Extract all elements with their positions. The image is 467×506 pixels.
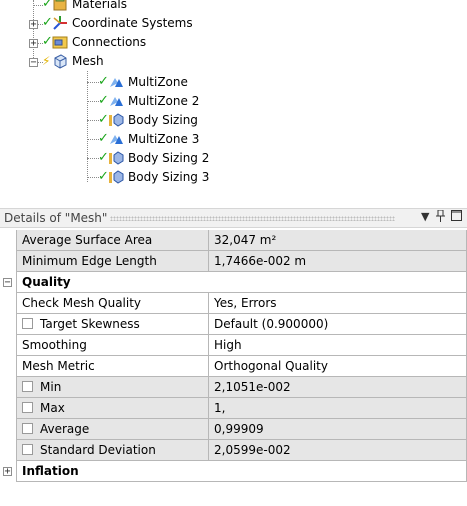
collapse-toggle-mesh[interactable]: − bbox=[29, 58, 38, 68]
tree-item-body-sizing[interactable]: ✓ Body Sizing bbox=[98, 111, 198, 129]
details-header: Details of "Mesh" ▼ bbox=[0, 208, 467, 228]
property-row[interactable]: Average 0,99909 bbox=[0, 419, 467, 440]
mesh-icon bbox=[52, 53, 68, 69]
property-label-with-checkbox: Target Skewness bbox=[16, 314, 209, 335]
property-value: 32,047 m² bbox=[209, 230, 467, 251]
property-row[interactable]: Check Mesh Quality Yes, Errors bbox=[0, 293, 467, 314]
check-icon: ✓ bbox=[98, 150, 109, 165]
tree-item-body-sizing-2[interactable]: ✓ Body Sizing 2 bbox=[98, 149, 209, 167]
body-sizing-icon bbox=[108, 150, 124, 166]
property-row[interactable]: Min 2,1051e-002 bbox=[0, 377, 467, 398]
property-row[interactable]: Max 1, bbox=[0, 398, 467, 419]
property-label: Check Mesh Quality bbox=[16, 293, 209, 314]
body-sizing-icon bbox=[108, 169, 124, 185]
tree-item-materials[interactable]: ✓ Materials bbox=[42, 0, 127, 13]
parameter-checkbox[interactable] bbox=[22, 381, 33, 392]
property-label: Mesh Metric bbox=[16, 356, 209, 377]
connections-folder-icon bbox=[52, 34, 68, 50]
tree-item-coordinate-systems[interactable]: ✓ Coordinate Systems bbox=[42, 14, 193, 32]
group-label: Inflation bbox=[16, 461, 467, 482]
property-row[interactable]: Target Skewness Default (0.900000) bbox=[0, 314, 467, 335]
lightning-icon: ⚡ bbox=[42, 54, 51, 68]
details-panel: Details of "Mesh" ▼ Average Surface Area… bbox=[0, 208, 467, 506]
tree-item-multizone-3[interactable]: ✓ MultiZone 3 bbox=[98, 130, 199, 148]
tree-item-label: Connections bbox=[72, 35, 147, 49]
group-row-quality[interactable]: − Quality bbox=[0, 272, 467, 293]
tree-item-label: Body Sizing 2 bbox=[128, 151, 210, 165]
expand-toggle-connections[interactable]: + bbox=[29, 39, 38, 49]
property-label: Average bbox=[40, 422, 90, 436]
property-label: Max bbox=[40, 401, 65, 415]
coordinate-axes-icon bbox=[52, 15, 68, 31]
property-row[interactable]: Mesh Metric Orthogonal Quality bbox=[0, 356, 467, 377]
tree-item-body-sizing-3[interactable]: ✓ Body Sizing 3 bbox=[98, 168, 209, 186]
tree-item-label: Mesh bbox=[72, 54, 104, 68]
property-label: Minimum Edge Length bbox=[16, 251, 209, 272]
check-icon: ✓ bbox=[98, 74, 109, 89]
property-value: 2,1051e-002 bbox=[209, 377, 467, 398]
property-value: 1,7466e-002 m bbox=[209, 251, 467, 272]
property-label-with-checkbox: Average bbox=[16, 419, 209, 440]
property-label: Average Surface Area bbox=[16, 230, 209, 251]
property-label: Smoothing bbox=[16, 335, 209, 356]
drag-grip[interactable] bbox=[110, 216, 395, 221]
check-icon: ✓ bbox=[42, 15, 53, 30]
multizone-icon bbox=[108, 93, 124, 109]
check-icon: ✓ bbox=[98, 112, 109, 127]
details-title: Details of "Mesh" bbox=[4, 211, 108, 225]
check-icon: ✓ bbox=[98, 131, 109, 146]
property-row[interactable]: Smoothing High bbox=[0, 335, 467, 356]
property-row[interactable]: Standard Deviation 2,0599e-002 bbox=[0, 440, 467, 461]
tree-item-label: Coordinate Systems bbox=[72, 16, 193, 30]
expand-toggle-inflation[interactable]: + bbox=[3, 467, 12, 477]
tree-item-label: Materials bbox=[72, 0, 128, 11]
dropdown-arrow-icon[interactable]: ▼ bbox=[421, 210, 429, 223]
group-row-inflation[interactable]: + Inflation bbox=[0, 461, 467, 482]
tree-item-label: MultiZone 3 bbox=[128, 132, 200, 146]
check-icon: ✓ bbox=[42, 0, 53, 11]
tree-item-label: MultiZone 2 bbox=[128, 94, 200, 108]
tree-item-label: MultiZone bbox=[128, 75, 188, 89]
body-sizing-icon bbox=[108, 112, 124, 128]
multizone-icon bbox=[108, 74, 124, 90]
multizone-icon bbox=[108, 131, 124, 147]
check-icon: ✓ bbox=[98, 169, 109, 184]
parameter-checkbox[interactable] bbox=[22, 423, 33, 434]
pin-icon[interactable] bbox=[436, 209, 445, 225]
property-label: Target Skewness bbox=[40, 317, 140, 331]
tree-item-connections[interactable]: ✓ Connections bbox=[42, 33, 146, 51]
property-value[interactable]: Default (0.900000) bbox=[209, 314, 467, 335]
tree-item-mesh[interactable]: ⚡ Mesh bbox=[42, 52, 104, 70]
expand-toggle-coordinate-systems[interactable]: + bbox=[29, 20, 38, 30]
outline-tree: ✓ Materials + ✓ Coordinate Systems + ✓ C… bbox=[0, 0, 467, 198]
property-label-with-checkbox: Min bbox=[16, 377, 209, 398]
property-row[interactable]: Average Surface Area 32,047 m² bbox=[0, 230, 467, 251]
property-value: 2,0599e-002 bbox=[209, 440, 467, 461]
check-icon: ✓ bbox=[42, 34, 53, 49]
property-row[interactable]: Minimum Edge Length 1,7466e-002 m bbox=[0, 251, 467, 272]
property-value[interactable]: Yes, Errors bbox=[209, 293, 467, 314]
collapse-toggle-quality[interactable]: − bbox=[3, 278, 12, 288]
tree-item-label: Body Sizing 3 bbox=[128, 170, 210, 184]
materials-icon bbox=[52, 0, 68, 12]
group-label: Quality bbox=[16, 272, 467, 293]
maximize-icon[interactable] bbox=[451, 210, 462, 224]
tree-item-label: Body Sizing bbox=[128, 113, 198, 127]
parameter-checkbox[interactable] bbox=[22, 444, 33, 455]
check-icon: ✓ bbox=[98, 93, 109, 108]
tree-item-multizone[interactable]: ✓ MultiZone bbox=[98, 73, 188, 91]
property-value: 0,99909 bbox=[209, 419, 467, 440]
property-value[interactable]: Orthogonal Quality bbox=[209, 356, 467, 377]
tree-item-multizone-2[interactable]: ✓ MultiZone 2 bbox=[98, 92, 199, 110]
parameter-checkbox[interactable] bbox=[22, 318, 33, 329]
property-value[interactable]: High bbox=[209, 335, 467, 356]
property-label-with-checkbox: Max bbox=[16, 398, 209, 419]
property-value: 1, bbox=[209, 398, 467, 419]
property-label: Standard Deviation bbox=[40, 443, 156, 457]
property-label-with-checkbox: Standard Deviation bbox=[16, 440, 209, 461]
parameter-checkbox[interactable] bbox=[22, 402, 33, 413]
property-label: Min bbox=[40, 380, 62, 394]
